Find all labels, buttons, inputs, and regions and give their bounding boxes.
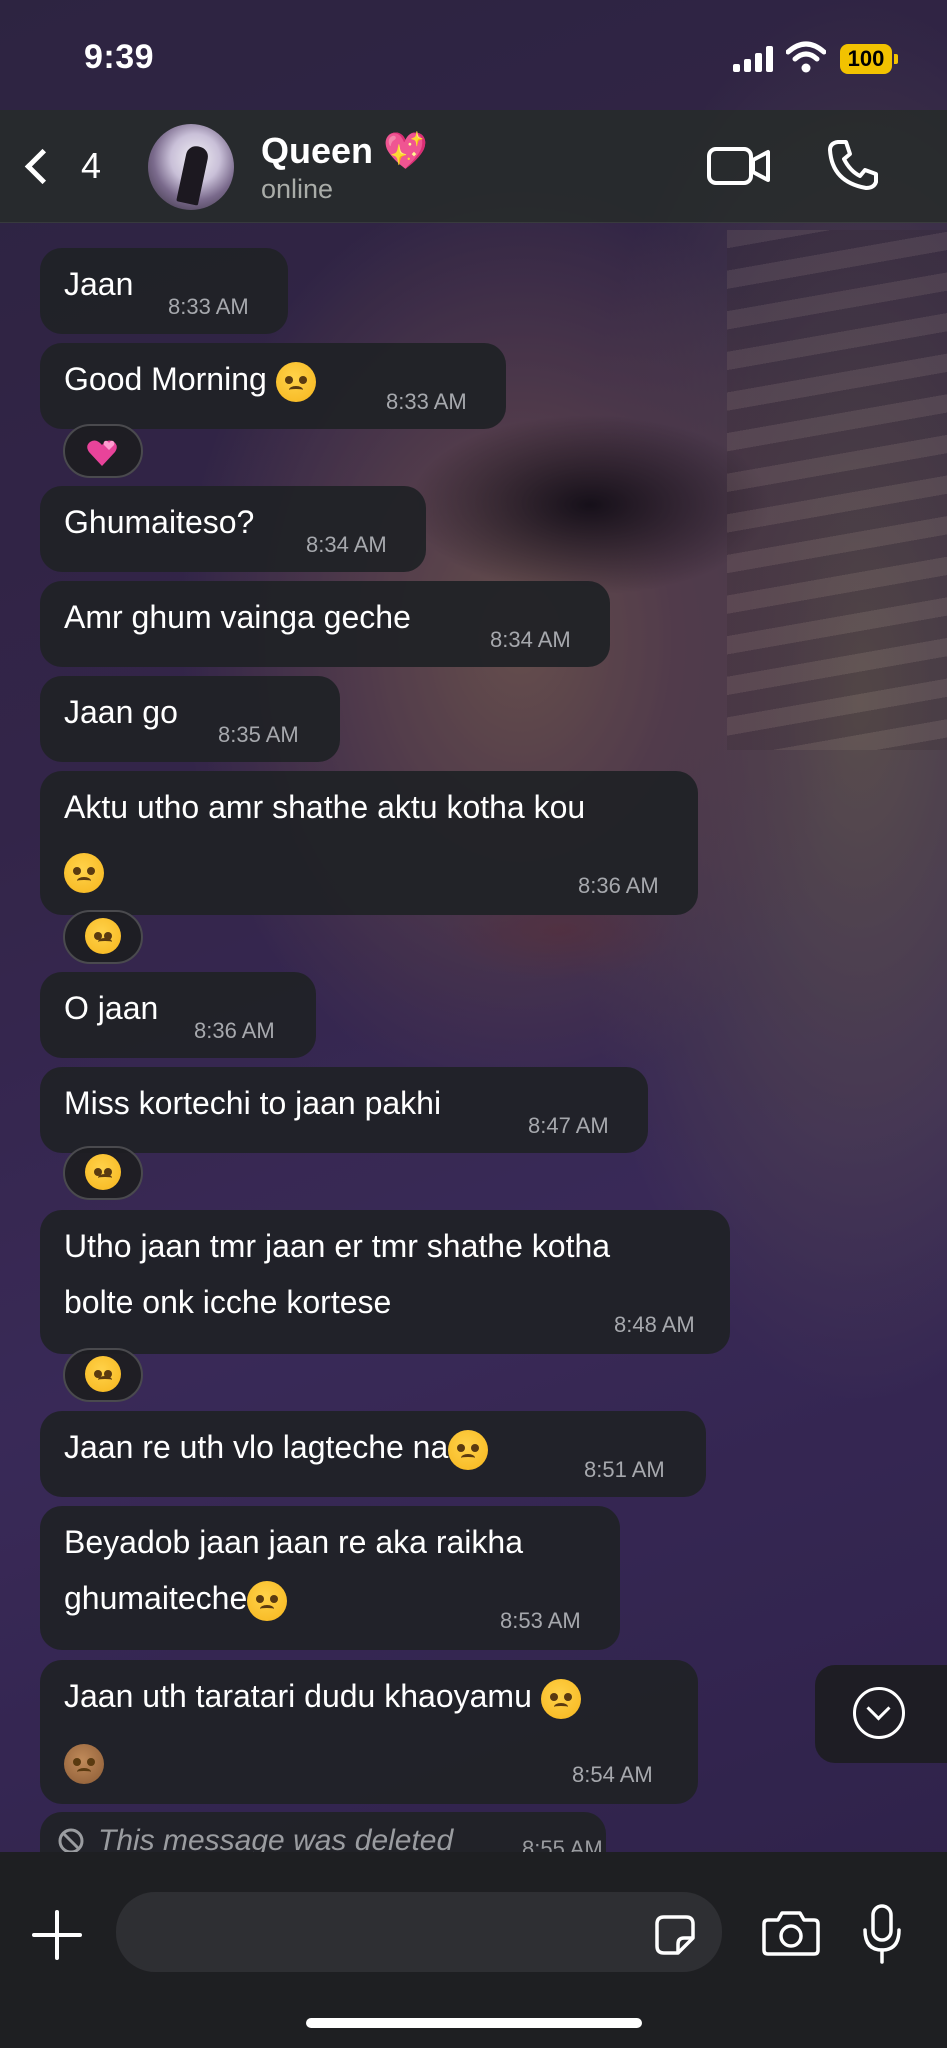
- disappointed-face-icon: [64, 853, 104, 893]
- message-text: O jaan: [64, 990, 159, 1026]
- message-bubble[interactable]: Good Morning 8:33 AM: [40, 343, 506, 429]
- status-bar: 9:39 100: [0, 0, 947, 110]
- message-time: 8:53 AM: [500, 1608, 581, 1633]
- contact-avatar[interactable]: [148, 124, 234, 210]
- message-time: 8:54 AM: [572, 1762, 653, 1787]
- see-no-evil-monkey-icon: [64, 1744, 104, 1784]
- message-time: 8:48 AM: [614, 1312, 695, 1337]
- message-bubble[interactable]: Aktu utho amr shathe aktu kotha kou 8:36…: [40, 771, 698, 915]
- chevron-left-icon: [24, 148, 61, 184]
- camera-icon[interactable]: [762, 1910, 820, 1956]
- message-text: Miss kortechi to jaan pakhi: [64, 1085, 442, 1121]
- message-bubble[interactable]: Miss kortechi to jaan pakhi 8:47 AM: [40, 1067, 648, 1153]
- message-text: Jaan: [64, 266, 134, 302]
- reaction-badge[interactable]: [63, 1146, 143, 1200]
- disappointed-face-icon: [448, 1429, 489, 1470]
- message-bubble[interactable]: Jaan re uth vlo lagteche na 8:51 AM: [40, 1411, 706, 1497]
- message-text: Beyadob jaan jaan re aka raikha: [64, 1524, 523, 1560]
- video-call-icon[interactable]: [706, 144, 772, 188]
- cellular-signal-icon: [733, 46, 775, 72]
- message-time: 8:36 AM: [194, 1018, 275, 1043]
- message-text: Aktu utho amr shathe aktu kotha kou: [64, 789, 586, 825]
- kissing-face-icon: [275, 361, 316, 402]
- reaction-badge[interactable]: [63, 910, 143, 964]
- message-text: Ghumaiteso?: [64, 504, 255, 540]
- message-time: 8:34 AM: [306, 532, 387, 557]
- unread-count: 4: [81, 145, 102, 186]
- pleading-face-icon: [85, 1356, 121, 1392]
- message-text: Utho jaan tmr jaan er tmr shathe kotha: [64, 1228, 611, 1264]
- pleading-face-icon: [85, 918, 121, 954]
- contact-name[interactable]: Queen 💖: [261, 130, 428, 172]
- sticker-icon[interactable]: [654, 1914, 696, 1956]
- message-text: Jaan uth taratari dudu khaoyamu: [64, 1668, 581, 1724]
- prohibited-icon: [58, 1828, 84, 1854]
- message-bubble[interactable]: Amr ghum vainga geche 8:34 AM: [40, 581, 610, 667]
- message-input[interactable]: [116, 1892, 722, 1972]
- message-bubble[interactable]: Beyadob jaan jaan re aka raikha ghumaite…: [40, 1506, 620, 1650]
- chevron-down-icon: [853, 1687, 905, 1739]
- message-text: bolte onk icche kortese: [64, 1284, 392, 1320]
- message-bubble[interactable]: O jaan 8:36 AM: [40, 972, 316, 1058]
- reaction-badge[interactable]: [63, 424, 143, 478]
- message-bubble[interactable]: Jaan go 8:35 AM: [40, 676, 340, 762]
- wifi-icon: [786, 41, 826, 73]
- message-text: Jaan go: [64, 694, 178, 730]
- message-bubble[interactable]: Ghumaiteso? 8:34 AM: [40, 486, 426, 572]
- scroll-to-bottom-button[interactable]: [815, 1665, 947, 1763]
- message-text: Good Morning: [64, 351, 316, 407]
- chat-header: 4 Queen 💖 online: [0, 110, 947, 223]
- status-time: 9:39: [84, 38, 155, 76]
- message-text: Jaan re uth vlo lagteche na: [64, 1419, 489, 1475]
- plus-icon[interactable]: [32, 1910, 82, 1960]
- reaction-badge[interactable]: [63, 1348, 143, 1402]
- tired-face-icon: [247, 1580, 288, 1621]
- message-time: 8:33 AM: [168, 294, 249, 319]
- two-hearts-icon: [87, 440, 117, 466]
- microphone-icon[interactable]: [862, 1904, 902, 1964]
- message-time: 8:34 AM: [490, 627, 571, 652]
- message-time: 8:51 AM: [584, 1457, 665, 1482]
- message-bubble[interactable]: Utho jaan tmr jaan er tmr shathe kotha b…: [40, 1210, 730, 1354]
- hand-over-mouth-face-icon: [540, 1678, 581, 1719]
- message-text: Amr ghum vainga geche: [64, 599, 411, 635]
- message-time: 8:33 AM: [386, 389, 467, 414]
- message-bubble[interactable]: Jaan uth taratari dudu khaoyamu 8:54 AM: [40, 1660, 698, 1804]
- message-time: 8:36 AM: [578, 873, 659, 898]
- pleading-face-icon: [85, 1154, 121, 1190]
- message-text: ghumaiteche: [64, 1570, 288, 1626]
- contact-status: online: [261, 174, 334, 204]
- message-bubble[interactable]: Jaan 8:33 AM: [40, 248, 288, 334]
- back-button[interactable]: 4: [18, 138, 108, 194]
- message-time: 8:35 AM: [218, 722, 299, 747]
- battery-icon: 100: [840, 44, 898, 74]
- message-time: 8:47 AM: [528, 1113, 609, 1138]
- phone-call-icon[interactable]: [826, 138, 880, 192]
- home-indicator[interactable]: [306, 2018, 642, 2028]
